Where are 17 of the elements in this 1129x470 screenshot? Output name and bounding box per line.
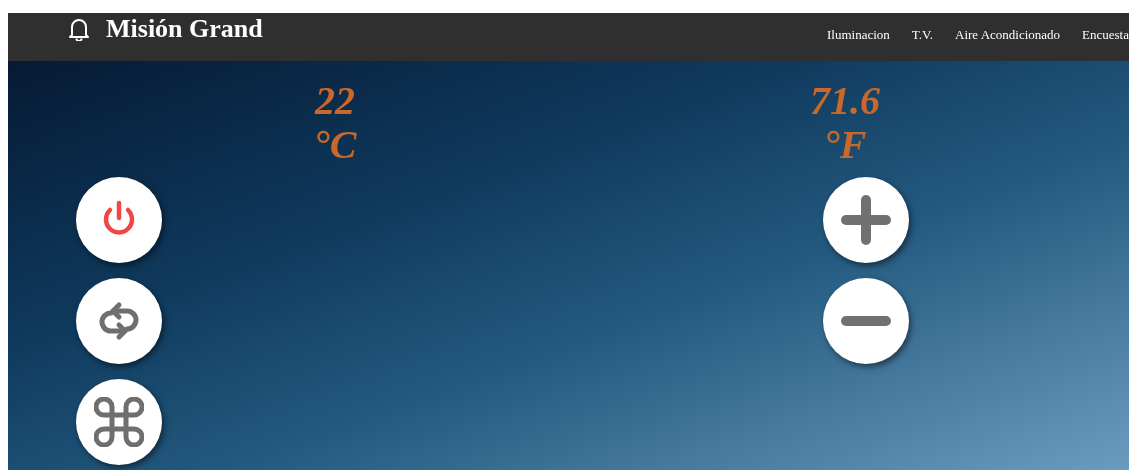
increase-button[interactable] bbox=[823, 177, 909, 263]
nav-link[interactable]: Iluminacion bbox=[827, 25, 890, 45]
temperature-value: 71.6 bbox=[810, 79, 880, 123]
temperature-unit: °F bbox=[823, 123, 867, 167]
plus-icon bbox=[840, 194, 892, 246]
nav-link[interactable]: T.V. bbox=[911, 25, 933, 45]
decrease-button[interactable] bbox=[823, 278, 909, 364]
mode-button[interactable] bbox=[76, 379, 162, 465]
nav-link[interactable]: Encuesta bbox=[1082, 25, 1129, 45]
swap-button[interactable] bbox=[76, 278, 162, 364]
site-title[interactable]: Misión Grand bbox=[106, 14, 263, 44]
minus-icon bbox=[840, 315, 892, 327]
nav-link[interactable]: Aire Acondicionado bbox=[955, 25, 1061, 45]
command-icon bbox=[94, 397, 144, 447]
temperature-value: 22 bbox=[315, 79, 355, 123]
temperature-unit: °C bbox=[313, 123, 357, 167]
bell-icon bbox=[68, 17, 90, 41]
